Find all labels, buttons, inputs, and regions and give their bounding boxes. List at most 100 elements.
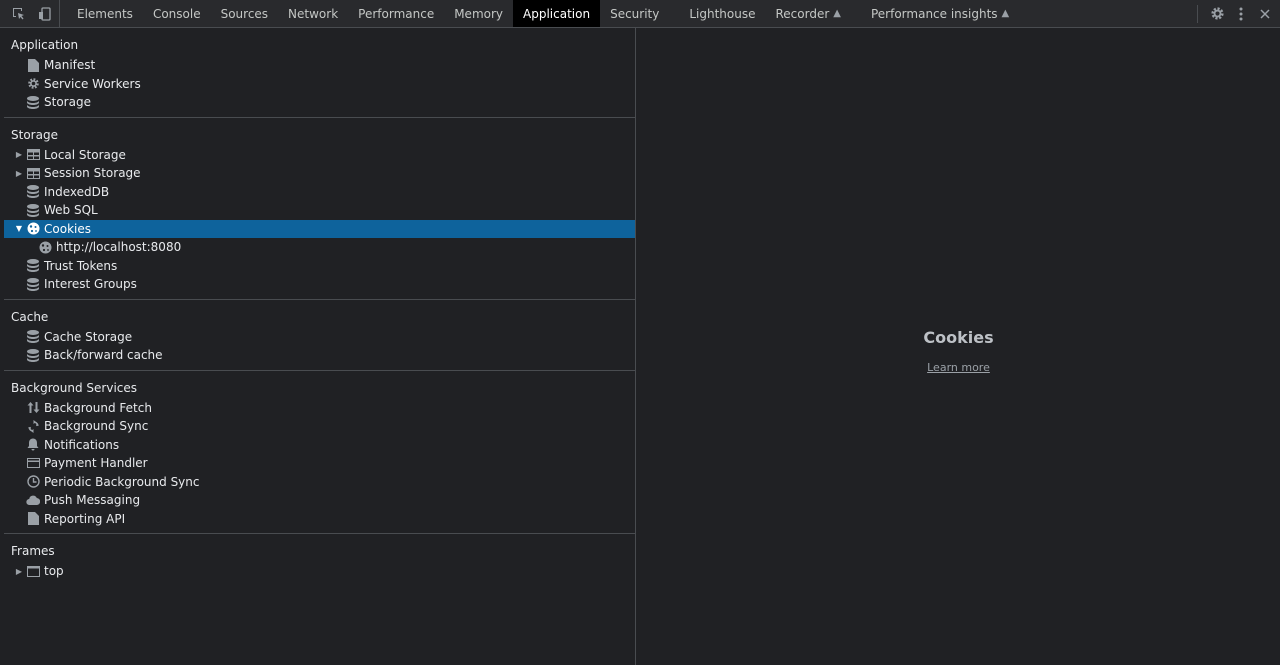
sidebar-item-background-fetch[interactable]: Background Fetch xyxy=(4,399,635,418)
item-label: IndexedDB xyxy=(44,184,110,199)
empty-state: Cookies Learn more xyxy=(637,328,1280,374)
tab-memory[interactable]: Memory xyxy=(444,0,513,27)
flask-icon: ▲ xyxy=(833,8,841,19)
panel-tabs: Elements Console Sources Network Perform… xyxy=(60,0,1019,27)
bell-icon xyxy=(26,438,40,452)
item-label: Payment Handler xyxy=(44,456,148,471)
tab-label: Application xyxy=(523,6,591,21)
section-title: Background Services xyxy=(11,380,138,395)
item-label: Local Storage xyxy=(44,147,126,162)
expand-arrow-icon[interactable]: ▶ xyxy=(12,567,26,576)
document-icon xyxy=(26,512,40,526)
toolbar-left-buttons xyxy=(0,0,60,27)
tab-label: Console xyxy=(152,6,201,21)
credit-card-icon xyxy=(26,456,40,470)
sidebar-item-web-sql[interactable]: Web SQL xyxy=(4,201,635,220)
sidebar-item-indexeddb[interactable]: IndexedDB xyxy=(4,183,635,202)
item-label: Back/forward cache xyxy=(44,348,163,363)
sidebar-item-background-sync[interactable]: Background Sync xyxy=(4,417,635,436)
section-title: Application xyxy=(11,38,79,52)
tab-performance-insights[interactable]: Performance insights ▲ xyxy=(861,0,1019,27)
sidebar-item-local-storage[interactable]: ▶ Local Storage xyxy=(4,146,635,165)
sidebar-item-back-forward-cache[interactable]: Back/forward cache xyxy=(4,346,635,365)
item-label: top xyxy=(44,564,64,579)
tab-label: Recorder xyxy=(775,6,830,21)
sidebar-item-service-workers[interactable]: Service Workers xyxy=(4,75,635,94)
document-icon xyxy=(26,58,40,72)
sidebar-item-periodic-background-sync[interactable]: Periodic Background Sync xyxy=(4,473,635,492)
tab-recorder[interactable]: Recorder ▲ xyxy=(766,0,861,27)
expand-arrow-icon[interactable]: ▶ xyxy=(12,150,26,159)
sidebar-item-storage[interactable]: Storage xyxy=(4,93,635,112)
device-toolbar-icon[interactable] xyxy=(34,3,56,25)
sidebar-item-session-storage[interactable]: ▶ Session Storage xyxy=(4,164,635,183)
collapse-arrow-icon[interactable]: ▼ xyxy=(12,224,26,233)
cookie-icon xyxy=(26,222,40,236)
cookie-icon xyxy=(38,240,52,254)
tab-sources[interactable]: Sources xyxy=(211,0,278,27)
section-application: Application Manifest Service Workers Sto… xyxy=(4,28,635,118)
up-down-arrows-icon xyxy=(26,401,40,415)
cloud-icon xyxy=(26,493,40,507)
tab-label: Elements xyxy=(77,6,133,21)
tab-performance[interactable]: Performance xyxy=(348,0,444,27)
main-pane: Cookies Learn more xyxy=(637,28,1280,665)
item-label: Reporting API xyxy=(44,511,126,526)
section-title: Storage xyxy=(11,127,58,142)
section-frames: Frames ▶ top xyxy=(4,534,635,586)
settings-gear-icon[interactable] xyxy=(1206,3,1228,25)
devtools-toolbar: Elements Console Sources Network Perform… xyxy=(0,0,1280,28)
item-label: Manifest xyxy=(44,58,96,73)
tab-label: Performance insights xyxy=(870,6,998,21)
learn-more-link[interactable]: Learn more xyxy=(927,361,990,374)
sidebar-item-reporting-api[interactable]: Reporting API xyxy=(4,510,635,529)
sidebar-item-cookies[interactable]: ▼ Cookies xyxy=(4,219,635,238)
empty-state-title: Cookies xyxy=(923,328,994,347)
sidebar-item-cache-storage[interactable]: Cache Storage xyxy=(4,328,635,347)
sidebar-item-trust-tokens[interactable]: Trust Tokens xyxy=(4,257,635,276)
section-title: Cache xyxy=(11,309,49,324)
application-sidebar: Application Manifest Service Workers Sto… xyxy=(4,28,636,665)
database-icon xyxy=(26,203,40,217)
item-label: Interest Groups xyxy=(44,277,137,292)
tab-label: Memory xyxy=(454,6,504,21)
section-cache: Cache Cache Storage Back/forward cache xyxy=(4,300,635,371)
sidebar-item-push-messaging[interactable]: Push Messaging xyxy=(4,491,635,510)
database-icon xyxy=(26,348,40,362)
tab-application[interactable]: Application xyxy=(513,0,601,27)
item-label: Background Sync xyxy=(44,419,149,434)
sidebar-item-notifications[interactable]: Notifications xyxy=(4,436,635,455)
inspect-element-icon[interactable] xyxy=(8,3,30,25)
gear-icon xyxy=(26,77,40,91)
tab-label: Lighthouse xyxy=(689,6,756,21)
item-label: Cookies xyxy=(44,221,91,236)
sync-icon xyxy=(26,419,40,433)
clock-icon xyxy=(26,475,40,489)
tab-security[interactable]: Security xyxy=(600,0,679,27)
sidebar-item-payment-handler[interactable]: Payment Handler xyxy=(4,454,635,473)
item-label: Trust Tokens xyxy=(44,258,118,273)
toolbar-right-buttons xyxy=(1197,0,1280,27)
tab-elements[interactable]: Elements xyxy=(67,0,143,27)
sidebar-item-cookie-origin[interactable]: http://localhost:8080 xyxy=(4,238,635,257)
sidebar-item-interest-groups[interactable]: Interest Groups xyxy=(4,275,635,294)
item-label: Storage xyxy=(44,95,91,110)
tab-console[interactable]: Console xyxy=(143,0,211,27)
database-icon xyxy=(26,330,40,344)
item-label: Background Fetch xyxy=(44,400,152,415)
sidebar-item-manifest[interactable]: Manifest xyxy=(4,56,635,75)
close-icon[interactable] xyxy=(1254,3,1276,25)
tab-network[interactable]: Network xyxy=(278,0,348,27)
item-label: Push Messaging xyxy=(44,493,141,508)
tab-lighthouse[interactable]: Lighthouse xyxy=(679,0,765,27)
more-options-icon[interactable] xyxy=(1230,3,1252,25)
expand-arrow-icon[interactable]: ▶ xyxy=(12,169,26,178)
table-icon xyxy=(26,166,40,180)
item-label: Cache Storage xyxy=(44,329,133,344)
sidebar-item-frame-top[interactable]: ▶ top xyxy=(4,562,635,581)
item-label: http://localhost:8080 xyxy=(56,240,182,255)
item-label: Web SQL xyxy=(44,203,98,218)
toolbar-divider xyxy=(1197,4,1198,23)
flask-icon: ▲ xyxy=(1001,8,1010,19)
database-icon xyxy=(26,185,40,199)
